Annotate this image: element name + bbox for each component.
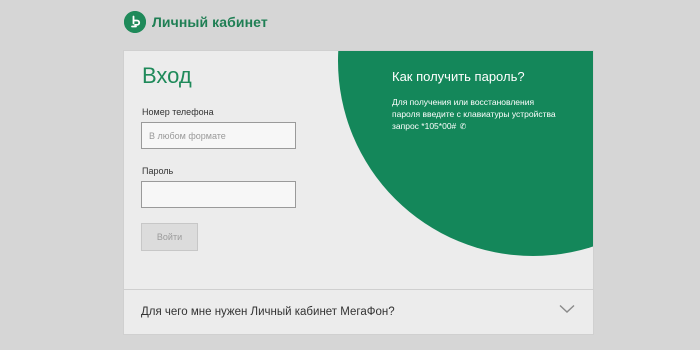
faq-toggle[interactable]: Для чего мне нужен Личный кабинет МегаФо… (124, 290, 593, 334)
page: Личный кабинет Как получить пароль? Для … (0, 0, 700, 350)
faq-label: Для чего мне нужен Личный кабинет МегаФо… (141, 306, 395, 318)
password-label: Пароль (142, 166, 174, 176)
login-card: Как получить пароль? Для получения или в… (124, 51, 593, 334)
phone-input[interactable] (141, 122, 296, 149)
password-help: Как получить пароль? Для получения или в… (392, 69, 562, 133)
phone-icon: ✆ (459, 122, 467, 131)
logo-text: Личный кабинет (152, 14, 268, 30)
login-title: Вход (142, 63, 192, 88)
login-button[interactable]: Войти (141, 223, 198, 251)
password-input[interactable] (141, 181, 296, 208)
logo[interactable]: Личный кабинет (124, 11, 268, 33)
phone-label: Номер телефона (142, 107, 214, 117)
password-help-title: Как получить пароль? (392, 69, 525, 84)
chevron-down-icon (559, 304, 575, 313)
megafon-logo-icon (124, 11, 146, 33)
password-help-text: Для получения или восстановления пароля … (392, 97, 556, 131)
